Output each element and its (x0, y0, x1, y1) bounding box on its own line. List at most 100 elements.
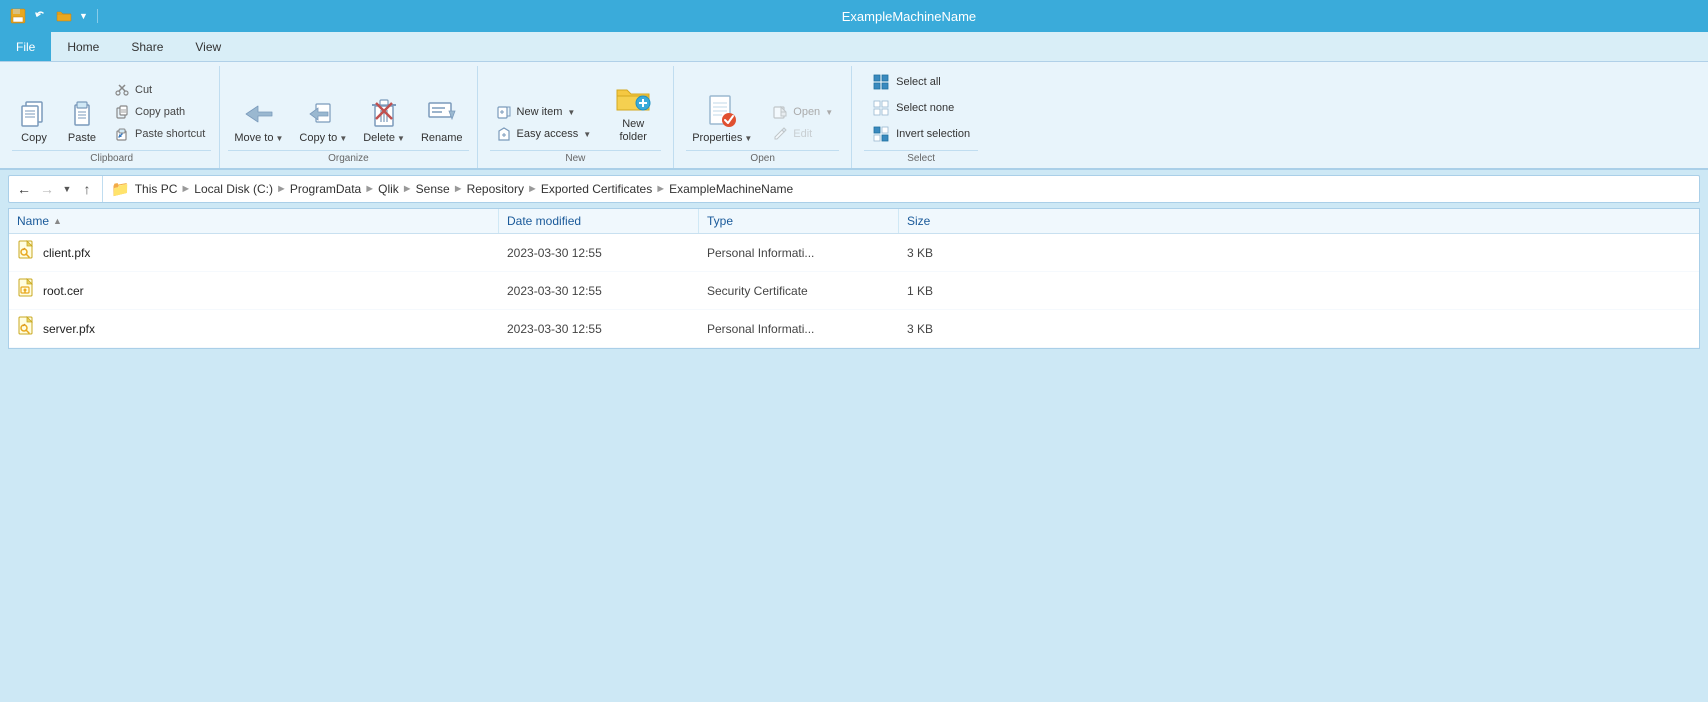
path-segment-5[interactable]: Repository (467, 182, 524, 196)
col-header-name[interactable]: Name ▲ (9, 209, 499, 233)
qa-divider (97, 9, 98, 23)
delete-arrow: ▼ (397, 134, 405, 143)
easy-access-label: Easy access (517, 128, 579, 140)
file-date-cell: 2023-03-30 12:55 (499, 240, 699, 266)
nav-up-button[interactable]: ↑ (76, 178, 98, 200)
ribbon-group-clipboard: Copy Paste (4, 66, 220, 168)
copy-to-label: Copy to (299, 132, 337, 144)
file-size-cell: 3 KB (899, 316, 1019, 342)
ribbon-group-new: New item ▼ Easy access ▼ (478, 66, 675, 168)
path-segment-3[interactable]: Qlik (378, 182, 399, 196)
copy-button[interactable]: Copy (12, 95, 56, 146)
file-type-cell: Personal Informati... (699, 316, 899, 342)
table-row[interactable]: client.pfx 2023-03-30 12:55 Personal Inf… (9, 234, 1699, 272)
cut-label: Cut (135, 84, 152, 96)
path-bar[interactable]: 📁 This PC ► Local Disk (C:) ► ProgramDat… (103, 180, 1699, 198)
table-row[interactable]: root.cer 2023-03-30 12:55 Security Certi… (9, 272, 1699, 310)
easy-access-button[interactable]: Easy access ▼ (490, 124, 598, 144)
move-to-label: Move to (234, 132, 273, 144)
address-bar: ← → ▼ ↑ 📁 This PC ► Local Disk (C:) ► Pr… (8, 175, 1700, 203)
path-segment-1[interactable]: Local Disk (C:) (194, 182, 273, 196)
menu-item-view[interactable]: View (179, 32, 237, 61)
copy-icon (18, 97, 50, 129)
new-item-icon (496, 104, 512, 120)
path-sep-3: ► (402, 183, 413, 195)
new-item-label: New item (517, 106, 563, 118)
rename-icon (426, 97, 458, 129)
nav-buttons: ← → ▼ ↑ (9, 176, 103, 202)
properties-label: Properties (692, 132, 742, 144)
copy-path-label: Copy path (135, 106, 185, 118)
qa-dropdown-btn[interactable]: ▼ (77, 11, 90, 21)
paste-label: Paste (68, 132, 96, 144)
file-name-cell: client.pfx (9, 234, 499, 271)
qa-undo-icon[interactable] (31, 6, 51, 26)
edit-button[interactable]: Edit (766, 124, 839, 144)
new-folder-icon (615, 83, 651, 115)
rename-button[interactable]: Rename (415, 95, 469, 146)
easy-access-icon (496, 126, 512, 142)
copy-path-icon (114, 104, 130, 120)
copy-path-button[interactable]: Copy path (108, 102, 211, 122)
select-none-button[interactable]: Select none (864, 96, 978, 120)
move-to-button[interactable]: Move to ▼ (228, 95, 289, 146)
new-folder-button[interactable]: Newfolder (605, 81, 661, 146)
delete-button[interactable]: Delete ▼ (357, 95, 411, 146)
copy-to-button[interactable]: Copy to ▼ (293, 95, 353, 146)
delete-icon (368, 97, 400, 129)
qa-folder-icon[interactable] (54, 6, 74, 26)
title-text: ExampleMachineName (110, 9, 1708, 24)
rename-label: Rename (421, 132, 463, 144)
paste-shortcut-label: Paste shortcut (135, 128, 205, 140)
table-row[interactable]: server.pfx 2023-03-30 12:55 Personal Inf… (9, 310, 1699, 348)
file-name-cell: server.pfx (9, 310, 499, 347)
path-segment-7[interactable]: ExampleMachineName (669, 182, 793, 196)
file-name-cell: root.cer (9, 272, 499, 309)
path-segment-4[interactable]: Sense (416, 182, 450, 196)
paste-shortcut-icon (114, 126, 130, 142)
paste-button[interactable]: Paste (60, 95, 104, 146)
clipboard-group-label: Clipboard (12, 150, 211, 168)
file-type-cell: Personal Informati... (699, 240, 899, 266)
col-header-date[interactable]: Date modified (499, 209, 699, 233)
edit-icon (772, 126, 788, 142)
new-item-button[interactable]: New item ▼ (490, 102, 598, 122)
cut-icon (114, 82, 130, 98)
menu-item-share[interactable]: Share (115, 32, 179, 61)
nav-forward-button[interactable]: → (36, 178, 58, 200)
menu-item-file[interactable]: File (0, 32, 51, 61)
cut-button[interactable]: Cut (108, 80, 211, 100)
edit-label: Edit (793, 128, 812, 140)
path-sep-2: ► (364, 183, 375, 195)
path-sep-4: ► (453, 183, 464, 195)
ribbon-group-open: Properties ▼ Open ▼ (674, 66, 852, 168)
select-all-label: Select all (896, 76, 941, 88)
pfx-file-icon (17, 240, 37, 265)
file-date-cell: 2023-03-30 12:55 (499, 278, 699, 304)
paste-shortcut-button[interactable]: Paste shortcut (108, 124, 211, 144)
path-segment-6[interactable]: Exported Certificates (541, 182, 652, 196)
menu-bar: File Home Share View (0, 32, 1708, 62)
qa-save-icon[interactable] (8, 6, 28, 26)
properties-button[interactable]: Properties ▼ (686, 91, 758, 146)
col-header-type[interactable]: Type (699, 209, 899, 233)
select-all-icon (872, 73, 890, 91)
ribbon-group-organize: Move to ▼ Copy to ▼ (220, 66, 477, 168)
select-group-label: Select (864, 150, 978, 168)
nav-dropdown-button[interactable]: ▼ (59, 178, 75, 200)
title-bar: ▼ ExampleMachineName (0, 0, 1708, 32)
invert-selection-button[interactable]: Invert selection (864, 122, 978, 146)
open-label: Open (793, 106, 820, 118)
file-size-cell: 3 KB (899, 240, 1019, 266)
menu-item-home[interactable]: Home (51, 32, 115, 61)
select-all-button[interactable]: Select all (864, 70, 978, 94)
select-none-label: Select none (896, 102, 954, 114)
open-group-label: Open (686, 150, 839, 168)
delete-label: Delete (363, 132, 395, 144)
path-segment-2[interactable]: ProgramData (290, 182, 361, 196)
nav-back-button[interactable]: ← (13, 178, 35, 200)
quick-access-toolbar: ▼ (0, 6, 110, 26)
path-segment-0[interactable]: This PC (135, 182, 178, 196)
open-button[interactable]: Open ▼ (766, 102, 839, 122)
col-header-size[interactable]: Size (899, 209, 1019, 233)
